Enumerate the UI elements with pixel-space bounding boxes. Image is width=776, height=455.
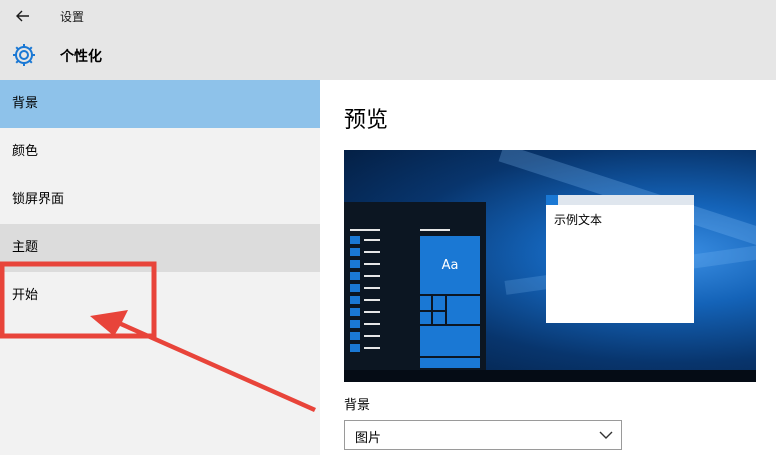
preview-tile bbox=[447, 296, 480, 324]
preview-tile bbox=[433, 312, 445, 324]
sidebar-item-background[interactable]: 背景 bbox=[0, 80, 320, 128]
menu-square bbox=[350, 296, 360, 304]
sidebar-item-label: 主题 bbox=[12, 240, 39, 255]
background-dropdown[interactable]: 图片 bbox=[344, 420, 622, 450]
main-content: 预览 Aa 示例文本 背景 图片 bbox=[320, 80, 776, 455]
title-bar: 设置 bbox=[0, 0, 776, 34]
sidebar-item-lock-screen[interactable]: 锁屏界面 bbox=[0, 176, 320, 224]
menu-line bbox=[364, 275, 380, 277]
sample-window-accent bbox=[546, 195, 558, 205]
menu-line bbox=[420, 229, 450, 231]
preview-image: Aa 示例文本 bbox=[344, 150, 756, 382]
menu-square bbox=[350, 248, 360, 256]
sidebar-item-label: 锁屏界面 bbox=[12, 192, 65, 207]
sample-window-titlebar bbox=[546, 195, 694, 205]
chevron-down-icon bbox=[599, 431, 613, 439]
preview-tile bbox=[420, 358, 480, 368]
sidebar-item-label: 背景 bbox=[12, 96, 39, 111]
sidebar: 背景 颜色 锁屏界面 主题 开始 bbox=[0, 80, 320, 455]
menu-line bbox=[364, 251, 380, 253]
menu-square bbox=[350, 332, 360, 340]
gear-icon bbox=[13, 44, 35, 66]
section-title: 预览 bbox=[344, 108, 389, 133]
preview-start-menu: Aa bbox=[344, 202, 486, 370]
menu-square bbox=[350, 320, 360, 328]
menu-line bbox=[364, 287, 380, 289]
preview-sample-window: 示例文本 bbox=[546, 195, 694, 323]
sample-window-text: 示例文本 bbox=[554, 213, 603, 227]
preview-tile: Aa bbox=[420, 236, 480, 294]
page-title: 个性化 bbox=[60, 49, 102, 65]
background-label: 背景 bbox=[344, 398, 371, 413]
preview-taskbar bbox=[344, 370, 756, 382]
window-title: 设置 bbox=[60, 10, 85, 24]
sidebar-item-themes[interactable]: 主题 bbox=[0, 224, 320, 272]
arrow-left-icon bbox=[16, 10, 29, 22]
menu-square bbox=[350, 260, 360, 268]
preview-tile bbox=[433, 296, 445, 310]
menu-line bbox=[364, 263, 380, 265]
menu-square bbox=[350, 308, 360, 316]
preview-tile bbox=[420, 296, 431, 310]
menu-line bbox=[364, 347, 380, 349]
sidebar-item-label: 开始 bbox=[12, 288, 39, 303]
sidebar-item-color[interactable]: 颜色 bbox=[0, 128, 320, 176]
menu-square bbox=[350, 236, 360, 244]
menu-line bbox=[364, 311, 380, 313]
menu-line bbox=[364, 335, 380, 337]
menu-square bbox=[350, 344, 360, 352]
back-button[interactable] bbox=[8, 4, 38, 28]
menu-square bbox=[350, 272, 360, 280]
sidebar-item-start[interactable]: 开始 bbox=[0, 272, 320, 320]
menu-line bbox=[350, 229, 380, 231]
page-header: 个性化 bbox=[0, 34, 776, 80]
dropdown-value: 图片 bbox=[355, 431, 382, 446]
menu-square bbox=[350, 284, 360, 292]
sidebar-item-label: 颜色 bbox=[12, 144, 39, 159]
preview-tile bbox=[420, 312, 431, 324]
menu-line bbox=[364, 239, 380, 241]
menu-line bbox=[364, 299, 380, 301]
menu-line bbox=[364, 323, 380, 325]
preview-tile bbox=[420, 326, 480, 356]
